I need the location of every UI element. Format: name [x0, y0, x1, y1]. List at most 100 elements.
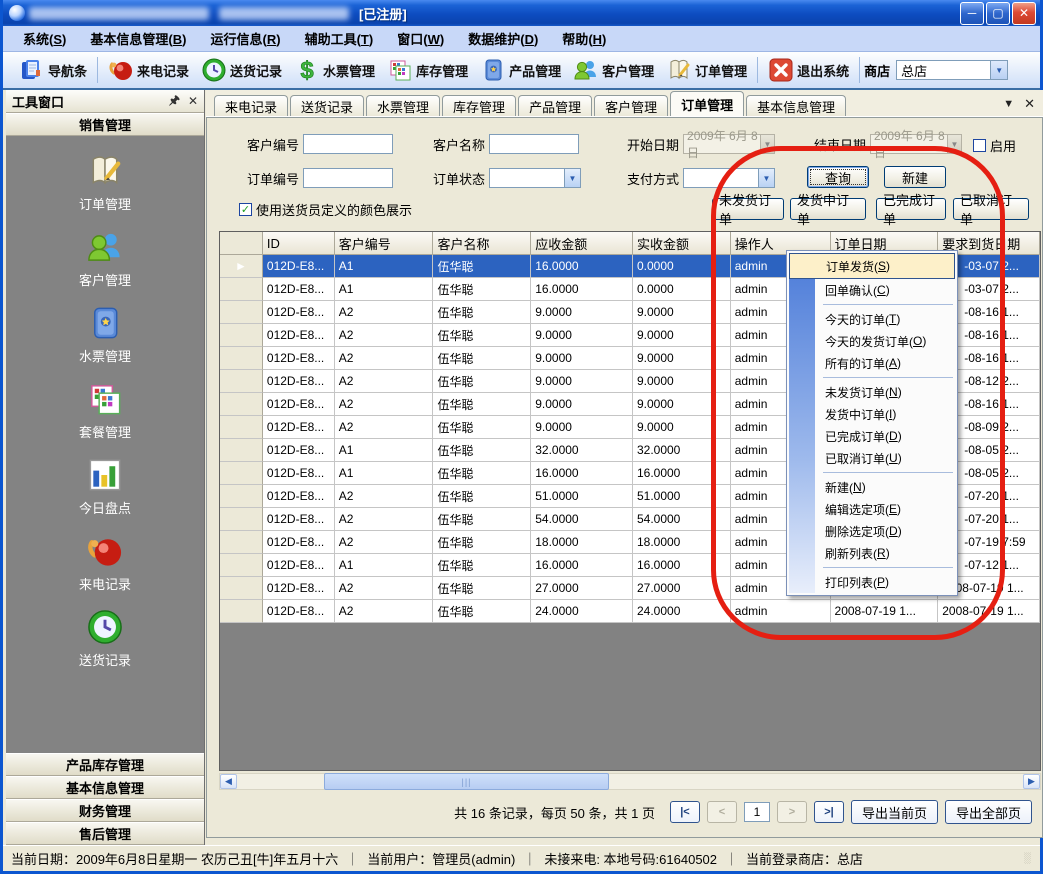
toolbar-button-bell[interactable]: 来电记录: [102, 55, 195, 85]
table-row[interactable]: 012D-E8...A2伍华聪24.000024.0000admin2008-0…: [220, 600, 1040, 623]
sidebar-item-product[interactable]: 水票管理: [79, 304, 131, 365]
sidebar-section-sales[interactable]: 销售管理: [6, 113, 204, 136]
status-filter-button-0[interactable]: 未发货订单: [712, 198, 784, 220]
sidebar-item-clock[interactable]: 送货记录: [79, 608, 131, 669]
menu-item-b[interactable]: 基本信息管理(B): [78, 27, 198, 50]
context-menu-item-3[interactable]: 今天的订单(T): [789, 308, 955, 330]
row-selector[interactable]: [220, 347, 263, 370]
menu-item-t[interactable]: 辅助工具(T): [293, 27, 386, 50]
column-header-4[interactable]: 应收金额: [531, 232, 633, 255]
tab-0[interactable]: 来电记录: [214, 95, 288, 116]
row-selector[interactable]: [220, 485, 263, 508]
horizontal-scrollbar[interactable]: ◀ ||| ▶: [219, 773, 1041, 790]
menu-item-d[interactable]: 数据维护(D): [456, 27, 550, 50]
minimize-button[interactable]: ─: [960, 2, 984, 25]
row-selector[interactable]: [220, 508, 263, 531]
toolbar-button-clock[interactable]: 送货记录: [195, 55, 288, 85]
tab-7[interactable]: 基本信息管理: [746, 95, 846, 116]
context-menu-item-9[interactable]: 已完成订单(D): [789, 425, 955, 447]
enable-checkbox[interactable]: [973, 139, 986, 152]
tab-4[interactable]: 产品管理: [518, 95, 592, 116]
pay_method-select[interactable]: ▼: [683, 168, 775, 188]
pin-icon[interactable]: 🖈: [169, 91, 180, 112]
menu-item-w[interactable]: 窗口(W): [385, 27, 456, 50]
sidebar-item-grid[interactable]: 套餐管理: [79, 380, 131, 441]
row-selector[interactable]: [220, 462, 263, 485]
context-menu-item-14[interactable]: 删除选定项(D): [789, 520, 955, 542]
sidebar-item-customers[interactable]: 客户管理: [79, 228, 131, 289]
row-selector[interactable]: [220, 531, 263, 554]
order_no-input[interactable]: [303, 168, 393, 188]
row-selector[interactable]: [220, 301, 263, 324]
row-selector[interactable]: ►: [220, 255, 263, 278]
row-selector[interactable]: [220, 278, 263, 301]
status-filter-button-1[interactable]: 发货中订单: [790, 198, 866, 220]
shop-combobox[interactable]: 总店▼: [896, 60, 1008, 80]
column-header-5[interactable]: 实收金额: [633, 232, 731, 255]
last-page-button[interactable]: >|: [814, 801, 844, 823]
context-menu-item-15[interactable]: 刷新列表(R): [789, 542, 955, 564]
tab-5[interactable]: 客户管理: [594, 95, 668, 116]
sidebar-item-bell[interactable]: 来电记录: [79, 532, 131, 593]
tab-3[interactable]: 库存管理: [442, 95, 516, 116]
sidebar-section-1[interactable]: 基本信息管理: [6, 776, 204, 799]
context-menu-item-7[interactable]: 未发货订单(N): [789, 381, 955, 403]
menu-item-s[interactable]: 系统(S): [11, 27, 78, 50]
scroll-right-arrow-icon[interactable]: ▶: [1023, 774, 1040, 789]
context-menu-item-8[interactable]: 发货中订单(I): [789, 403, 955, 425]
customer_no-input[interactable]: [303, 134, 393, 154]
row-selector[interactable]: [220, 554, 263, 577]
row-selector[interactable]: [220, 370, 263, 393]
chevron-down-icon[interactable]: ▼: [1003, 98, 1014, 110]
toolbar-button-order[interactable]: 订单管理: [660, 55, 753, 85]
close-icon[interactable]: ✕: [188, 94, 198, 108]
row-selector[interactable]: [220, 577, 263, 600]
order_status-select[interactable]: ▼: [489, 168, 581, 188]
next-page-button[interactable]: >: [777, 801, 807, 823]
tab-2[interactable]: 水票管理: [366, 95, 440, 116]
tab-1[interactable]: 送货记录: [290, 95, 364, 116]
context-menu-item-13[interactable]: 编辑选定项(E): [789, 498, 955, 520]
chevron-down-icon[interactable]: ▼: [758, 169, 774, 187]
chevron-down-icon[interactable]: ▼: [564, 169, 580, 187]
status-filter-button-2[interactable]: 已完成订单: [876, 198, 946, 220]
color-checkbox[interactable]: ✓: [239, 203, 252, 216]
end_date-picker[interactable]: 2009年 6月 8日▼: [870, 134, 962, 154]
context-menu-item-0[interactable]: 订单发货(S): [789, 253, 955, 279]
row-selector[interactable]: [220, 324, 263, 347]
new-button[interactable]: 新建: [884, 166, 946, 188]
sidebar-section-0[interactable]: 产品库存管理: [6, 753, 204, 776]
column-header-1[interactable]: ID: [263, 232, 335, 255]
sidebar-section-3[interactable]: 售后管理: [6, 822, 204, 845]
query-button[interactable]: 查询: [807, 166, 869, 188]
row-selector[interactable]: [220, 600, 263, 623]
toolbar-button-dollar[interactable]: $水票管理: [288, 55, 381, 85]
customer_name-input[interactable]: [489, 134, 579, 154]
chevron-down-icon[interactable]: ▼: [990, 61, 1007, 79]
toolbar-button-exit[interactable]: 退出系统: [762, 55, 855, 85]
context-menu-item-10[interactable]: 已取消订单(U): [789, 447, 955, 469]
toolbar-button-book[interactable]: 导航条: [13, 55, 93, 85]
row-selector[interactable]: [220, 393, 263, 416]
scroll-left-arrow-icon[interactable]: ◀: [220, 774, 237, 789]
sidebar-section-2[interactable]: 财务管理: [6, 799, 204, 822]
menu-item-r[interactable]: 运行信息(R): [198, 27, 292, 50]
sidebar-item-order[interactable]: 订单管理: [79, 152, 131, 213]
status-filter-button-3[interactable]: 已取消订单: [953, 198, 1029, 220]
start_date-picker[interactable]: 2009年 6月 8日▼: [683, 134, 775, 154]
first-page-button[interactable]: |<: [670, 801, 700, 823]
menu-item-h[interactable]: 帮助(H): [550, 27, 618, 50]
context-menu-item-12[interactable]: 新建(N): [789, 476, 955, 498]
scrollbar-thumb[interactable]: |||: [324, 773, 609, 790]
tab-6[interactable]: 订单管理: [670, 91, 744, 116]
maximize-button[interactable]: ▢: [986, 2, 1010, 25]
toolbar-button-product[interactable]: 产品管理: [474, 55, 567, 85]
close-button[interactable]: ✕: [1012, 2, 1036, 25]
row-selector[interactable]: [220, 439, 263, 462]
context-menu-item-1[interactable]: 回单确认(C): [789, 279, 955, 301]
context-menu-item-5[interactable]: 所有的订单(A): [789, 352, 955, 374]
toolbar-button-customers[interactable]: 客户管理: [567, 55, 660, 85]
context-menu-item-4[interactable]: 今天的发货订单(O): [789, 330, 955, 352]
sidebar-item-chart[interactable]: 今日盘点: [79, 456, 131, 517]
page-number-input[interactable]: 1: [744, 802, 770, 822]
